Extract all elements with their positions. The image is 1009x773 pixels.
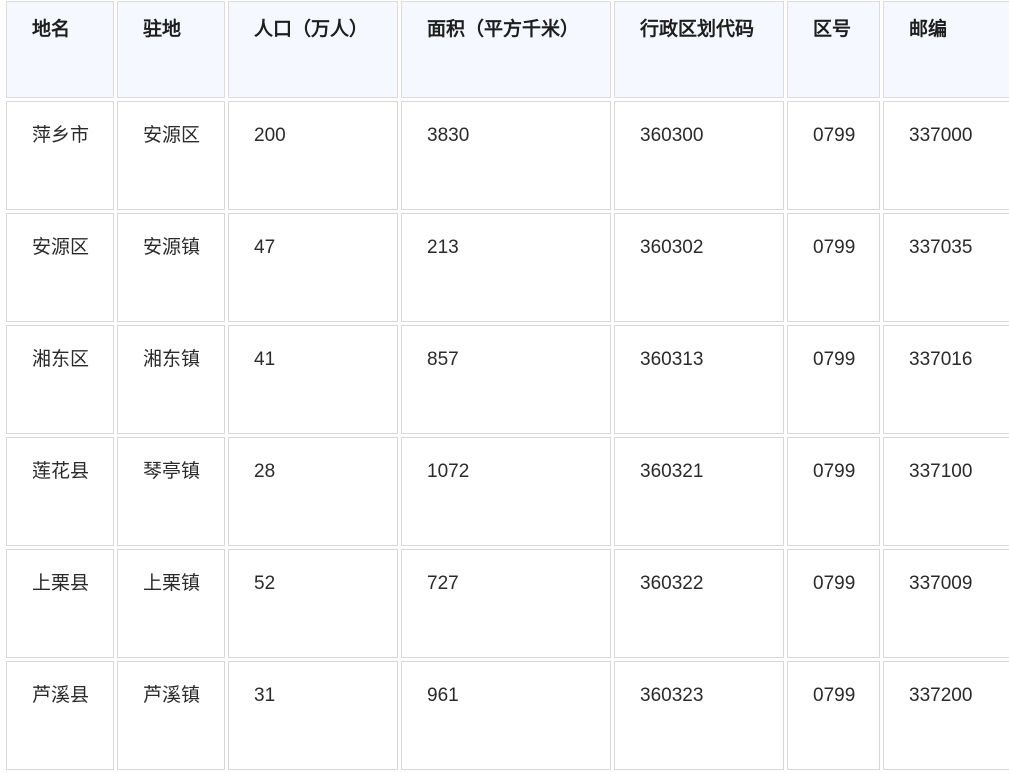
table-row: 莲花县 琴亭镇 28 1072 360321 0799 337100 xyxy=(6,437,1009,546)
table-row: 安源区 安源镇 47 213 360302 0799 337035 xyxy=(6,213,1009,322)
cell-admin-code: 360313 xyxy=(614,325,784,434)
cell-area-code: 0799 xyxy=(787,549,880,658)
cell-area: 857 xyxy=(401,325,611,434)
cell-admin-code: 360300 xyxy=(614,101,784,210)
cell-seat: 琴亭镇 xyxy=(117,437,225,546)
cell-seat: 芦溪镇 xyxy=(117,661,225,770)
cell-postcode: 337100 xyxy=(883,437,1009,546)
cell-area-code: 0799 xyxy=(787,101,880,210)
cell-area: 961 xyxy=(401,661,611,770)
cell-postcode: 337009 xyxy=(883,549,1009,658)
header-admin-code: 行政区划代码 xyxy=(614,1,784,98)
cell-seat: 安源镇 xyxy=(117,213,225,322)
cell-admin-code: 360323 xyxy=(614,661,784,770)
cell-population: 31 xyxy=(228,661,398,770)
cell-area: 1072 xyxy=(401,437,611,546)
cell-place-name: 安源区 xyxy=(6,213,114,322)
header-population: 人口（万人） xyxy=(228,1,398,98)
cell-place-name: 芦溪县 xyxy=(6,661,114,770)
cell-area-code: 0799 xyxy=(787,325,880,434)
cell-seat: 安源区 xyxy=(117,101,225,210)
cell-place-name: 上栗县 xyxy=(6,549,114,658)
cell-postcode: 337000 xyxy=(883,101,1009,210)
cell-area: 213 xyxy=(401,213,611,322)
data-table: 地名 驻地 人口（万人） 面积（平方千米） 行政区划代码 区号 邮编 萍乡市 安… xyxy=(3,0,1009,773)
cell-population: 200 xyxy=(228,101,398,210)
header-row: 地名 驻地 人口（万人） 面积（平方千米） 行政区划代码 区号 邮编 xyxy=(6,1,1009,98)
cell-seat: 湘东镇 xyxy=(117,325,225,434)
cell-place-name: 湘东区 xyxy=(6,325,114,434)
table-row: 上栗县 上栗镇 52 727 360322 0799 337009 xyxy=(6,549,1009,658)
cell-area-code: 0799 xyxy=(787,661,880,770)
cell-admin-code: 360321 xyxy=(614,437,784,546)
cell-area-code: 0799 xyxy=(787,437,880,546)
table-row: 芦溪县 芦溪镇 31 961 360323 0799 337200 xyxy=(6,661,1009,770)
cell-postcode: 337200 xyxy=(883,661,1009,770)
cell-admin-code: 360322 xyxy=(614,549,784,658)
cell-admin-code: 360302 xyxy=(614,213,784,322)
cell-place-name: 萍乡市 xyxy=(6,101,114,210)
header-place-name: 地名 xyxy=(6,1,114,98)
header-postcode: 邮编 xyxy=(883,1,1009,98)
cell-postcode: 337016 xyxy=(883,325,1009,434)
table-row: 萍乡市 安源区 200 3830 360300 0799 337000 xyxy=(6,101,1009,210)
table-row: 湘东区 湘东镇 41 857 360313 0799 337016 xyxy=(6,325,1009,434)
header-area-code: 区号 xyxy=(787,1,880,98)
cell-population: 28 xyxy=(228,437,398,546)
cell-place-name: 莲花县 xyxy=(6,437,114,546)
cell-area-code: 0799 xyxy=(787,213,880,322)
header-seat: 驻地 xyxy=(117,1,225,98)
cell-population: 52 xyxy=(228,549,398,658)
cell-seat: 上栗镇 xyxy=(117,549,225,658)
cell-area: 727 xyxy=(401,549,611,658)
header-area: 面积（平方千米） xyxy=(401,1,611,98)
cell-area: 3830 xyxy=(401,101,611,210)
cell-postcode: 337035 xyxy=(883,213,1009,322)
cell-population: 47 xyxy=(228,213,398,322)
cell-population: 41 xyxy=(228,325,398,434)
